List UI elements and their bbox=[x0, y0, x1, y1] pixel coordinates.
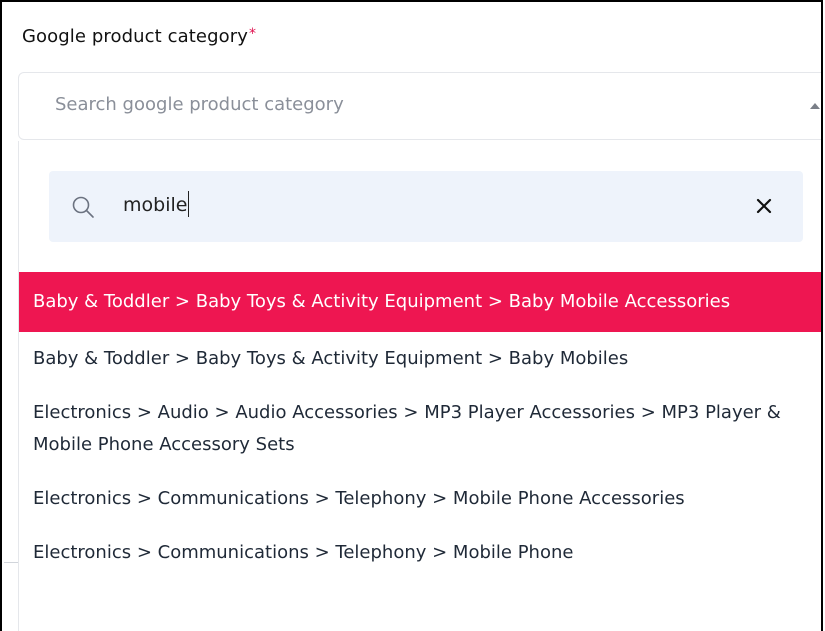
option-item[interactable]: Electronics > Audio > Audio Accessories … bbox=[19, 386, 821, 472]
field-label-text: Google product category bbox=[22, 26, 248, 47]
option-item[interactable]: Baby & Toddler > Baby Toys & Activity Eq… bbox=[19, 332, 821, 386]
search-input-value: mobile bbox=[123, 194, 188, 216]
search-input[interactable]: mobile bbox=[123, 191, 190, 217]
required-marker: * bbox=[249, 26, 257, 42]
dropdown-search[interactable]: mobile bbox=[49, 171, 803, 242]
text-cursor bbox=[188, 191, 190, 217]
option-item[interactable]: Baby & Toddler > Baby Toys & Activity Eq… bbox=[19, 272, 821, 332]
form-panel: Google product category* Search google p… bbox=[0, 0, 823, 631]
option-item[interactable]: Electronics > Communications > Telephony… bbox=[19, 472, 821, 526]
select-placeholder: Search google product category bbox=[55, 94, 344, 115]
option-item[interactable]: Electronics > Communications > Telephony… bbox=[19, 526, 821, 580]
options-list: Baby & Toddler > Baby Toys & Activity Eq… bbox=[19, 272, 821, 580]
field-label: Google product category* bbox=[22, 26, 256, 47]
caret-up-icon[interactable] bbox=[810, 103, 820, 109]
category-select[interactable]: Search google product category bbox=[18, 72, 821, 140]
scrollbar-track[interactable] bbox=[821, 272, 823, 631]
search-icon bbox=[72, 196, 94, 218]
divider bbox=[4, 562, 18, 563]
close-icon[interactable] bbox=[755, 197, 773, 215]
dropdown-panel: mobile Baby & Toddler > Baby Toys & Acti… bbox=[18, 141, 823, 631]
